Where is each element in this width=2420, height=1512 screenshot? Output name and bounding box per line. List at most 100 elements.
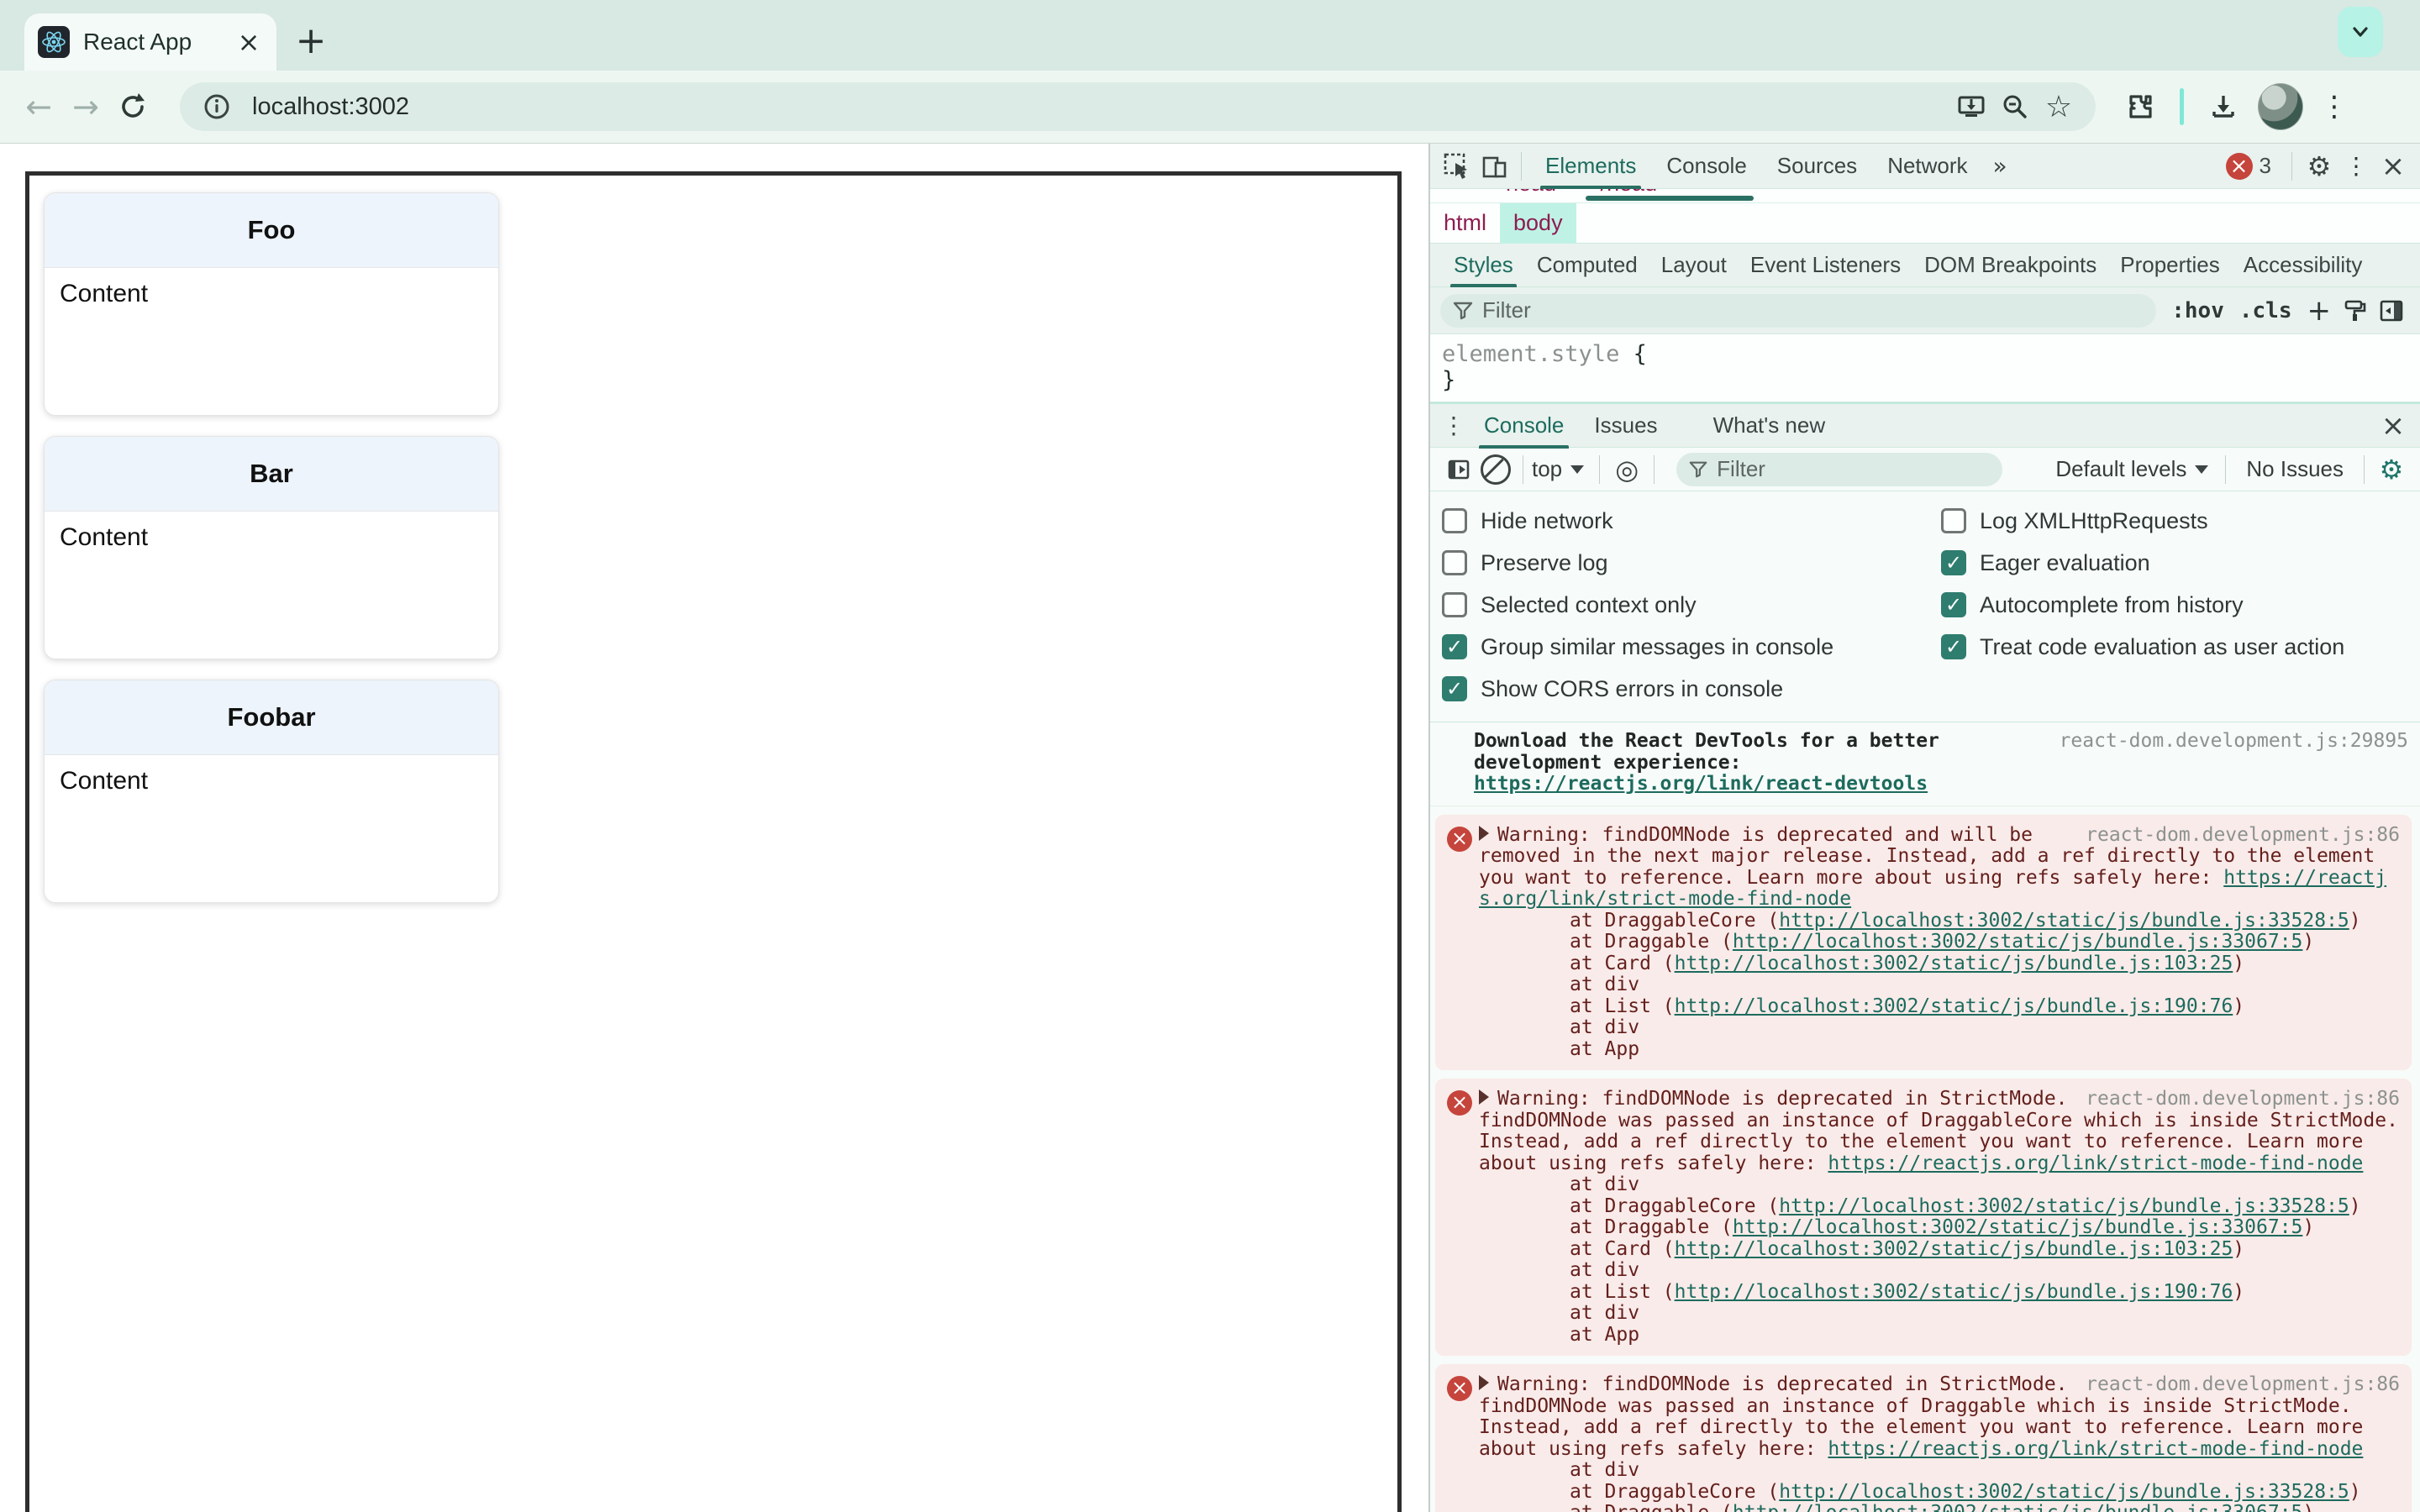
expand-triangle-icon[interactable] bbox=[1479, 1089, 1489, 1105]
expand-triangle-icon[interactable] bbox=[1479, 1375, 1489, 1390]
style-selector[interactable]: element.style bbox=[1442, 341, 1619, 367]
stack-link[interactable]: http://localhost:3002/static/js/bundle.j… bbox=[1675, 1238, 2233, 1260]
card-foo[interactable]: Foo Content bbox=[44, 192, 499, 416]
paint-mode-icon[interactable] bbox=[2336, 292, 2373, 329]
checkbox-checked[interactable] bbox=[1442, 634, 1467, 659]
address-bar[interactable]: localhost:3002 ☆ bbox=[180, 82, 2096, 131]
toggle-class[interactable]: .cls bbox=[2239, 298, 2292, 323]
log-levels-dropdown[interactable]: Default levels bbox=[2055, 456, 2186, 482]
context-selector[interactable]: top bbox=[1532, 456, 1562, 482]
tab-sources[interactable]: Sources bbox=[1762, 144, 1872, 189]
tab-elements[interactable]: Elements bbox=[1530, 144, 1651, 189]
tab-computed[interactable]: Computed bbox=[1525, 244, 1649, 287]
checkbox-checked[interactable] bbox=[1941, 592, 1966, 617]
live-expression-icon[interactable] bbox=[1608, 451, 1645, 488]
stack-link[interactable]: http://localhost:3002/static/js/bundle.j… bbox=[1675, 1281, 2233, 1303]
device-toolbar-icon[interactable] bbox=[1476, 148, 1512, 185]
breadcrumb-body[interactable]: body bbox=[1500, 202, 1576, 244]
tab-accessibility[interactable]: Accessibility bbox=[2232, 244, 2375, 287]
elements-tree-clipped-row[interactable]: head /head bbox=[1430, 189, 2420, 203]
checkbox-unchecked[interactable] bbox=[1941, 508, 1966, 533]
downloads-icon[interactable] bbox=[2201, 84, 2246, 129]
sidebar-dock-icon[interactable] bbox=[2373, 292, 2410, 329]
setting-treat-eval-user-action[interactable]: Treat code evaluation as user action bbox=[1941, 626, 2420, 668]
drawer-menu-icon[interactable] bbox=[1439, 412, 1469, 439]
checkbox-unchecked[interactable] bbox=[1442, 592, 1467, 617]
inspect-element-icon[interactable] bbox=[1439, 148, 1476, 185]
error-count[interactable]: 3 bbox=[2260, 153, 2271, 179]
drawer-close-icon[interactable] bbox=[2375, 407, 2412, 444]
new-style-rule-icon[interactable] bbox=[2307, 294, 2332, 328]
tab-console[interactable]: Console bbox=[1651, 144, 1761, 189]
console-sidebar-toggle-icon[interactable] bbox=[1440, 451, 1477, 488]
card-header[interactable]: Foobar bbox=[45, 680, 498, 755]
browser-tab[interactable]: React App bbox=[24, 13, 276, 71]
message-source-link[interactable]: react-dom.development.js:29895 bbox=[2060, 730, 2408, 753]
setting-show-cors-errors[interactable]: Show CORS errors in console bbox=[1442, 668, 1941, 710]
clear-console-icon[interactable] bbox=[1477, 451, 1514, 488]
extensions-icon[interactable] bbox=[2118, 84, 2163, 129]
style-rule-editor[interactable]: element.style { } bbox=[1430, 334, 2420, 402]
drawer-tab-issues[interactable]: Issues bbox=[1579, 403, 1672, 449]
message-source-link[interactable]: react-dom.development.js:86 bbox=[2086, 824, 2400, 847]
reload-button[interactable] bbox=[109, 83, 156, 130]
error-badge-icon[interactable] bbox=[2225, 152, 2253, 180]
checkbox-checked[interactable] bbox=[1941, 634, 1966, 659]
setting-selected-context-only[interactable]: Selected context only bbox=[1442, 584, 1941, 626]
checkbox-checked[interactable] bbox=[1941, 550, 1966, 575]
tab-close-icon[interactable] bbox=[234, 28, 263, 56]
devtools-close-icon[interactable] bbox=[2375, 148, 2412, 185]
stack-link[interactable]: http://localhost:3002/static/js/bundle.j… bbox=[1733, 1216, 2303, 1238]
warning-link[interactable]: https://reactjs.org/link/strict-mode-fin… bbox=[1828, 1438, 2363, 1460]
zoom-icon[interactable] bbox=[1993, 85, 2037, 129]
console-filter-input[interactable]: Filter bbox=[1676, 452, 2003, 486]
drawer-tab-whats-new[interactable]: What's new bbox=[1698, 403, 1841, 449]
more-tabs-icon[interactable] bbox=[1983, 152, 2018, 180]
browser-menu-icon[interactable] bbox=[2312, 84, 2357, 129]
stack-link[interactable]: http://localhost:3002/static/js/bundle.j… bbox=[1779, 1481, 2349, 1503]
setting-autocomplete-history[interactable]: Autocomplete from history bbox=[1941, 584, 2420, 626]
checkbox-checked[interactable] bbox=[1442, 676, 1467, 701]
tab-network[interactable]: Network bbox=[1872, 144, 1982, 189]
url-text[interactable]: localhost:3002 bbox=[252, 93, 1949, 121]
new-tab-button[interactable] bbox=[289, 18, 333, 62]
setting-preserve-log[interactable]: Preserve log bbox=[1442, 542, 1941, 584]
bookmark-star-icon[interactable]: ☆ bbox=[2037, 85, 2081, 129]
drawer-tab-console[interactable]: Console bbox=[1469, 403, 1579, 449]
setting-eager-evaluation[interactable]: Eager evaluation bbox=[1941, 542, 2420, 584]
tab-properties[interactable]: Properties bbox=[2108, 244, 2232, 287]
console-settings-icon[interactable] bbox=[2373, 451, 2410, 488]
tab-dom-breakpoints[interactable]: DOM Breakpoints bbox=[1912, 244, 2108, 287]
card-header[interactable]: Bar bbox=[45, 437, 498, 512]
message-source-link[interactable]: react-dom.development.js:86 bbox=[2086, 1088, 2400, 1110]
setting-group-similar[interactable]: Group similar messages in console bbox=[1442, 626, 1941, 668]
stack-link[interactable]: http://localhost:3002/static/js/bundle.j… bbox=[1733, 931, 2303, 953]
install-icon[interactable] bbox=[1949, 85, 1993, 129]
checkbox-unchecked[interactable] bbox=[1442, 508, 1467, 533]
setting-log-xhr[interactable]: Log XMLHttpRequests bbox=[1941, 500, 2420, 542]
stack-link[interactable]: http://localhost:3002/static/js/bundle.j… bbox=[1675, 953, 2233, 974]
issues-counter[interactable]: No Issues bbox=[2246, 456, 2344, 482]
expand-triangle-icon[interactable] bbox=[1479, 825, 1489, 841]
stack-link[interactable]: http://localhost:3002/static/js/bundle.j… bbox=[1675, 995, 2233, 1017]
forward-button[interactable]: → bbox=[62, 83, 109, 130]
message-source-link[interactable]: react-dom.development.js:86 bbox=[2086, 1373, 2400, 1396]
devtools-settings-icon[interactable] bbox=[2301, 148, 2338, 185]
message-link[interactable]: https://reactjs.org/link/react-devtools bbox=[1474, 773, 1928, 795]
breadcrumb-html[interactable]: html bbox=[1430, 203, 1500, 244]
tab-strip-chevron-button[interactable] bbox=[2338, 7, 2383, 57]
checkbox-unchecked[interactable] bbox=[1442, 550, 1467, 575]
avatar[interactable] bbox=[2258, 83, 2303, 130]
card-bar[interactable]: Bar Content bbox=[44, 436, 499, 659]
devtools-menu-icon[interactable] bbox=[2338, 148, 2375, 185]
tab-event-listeners[interactable]: Event Listeners bbox=[1739, 244, 1912, 287]
stack-link[interactable]: http://localhost:3002/static/js/bundle.j… bbox=[1779, 1195, 2349, 1217]
card-header[interactable]: Foo bbox=[45, 193, 498, 268]
back-button[interactable]: ← bbox=[15, 83, 62, 130]
card-foobar[interactable]: Foobar Content bbox=[44, 680, 499, 903]
toggle-hover-state[interactable]: :hov bbox=[2171, 298, 2224, 323]
stack-link[interactable]: http://localhost:3002/static/js/bundle.j… bbox=[1733, 1502, 2303, 1512]
warning-link[interactable]: https://reactjs.org/link/strict-mode-fin… bbox=[1828, 1152, 2363, 1174]
site-info-icon[interactable] bbox=[195, 85, 239, 129]
tab-layout[interactable]: Layout bbox=[1649, 244, 1739, 287]
